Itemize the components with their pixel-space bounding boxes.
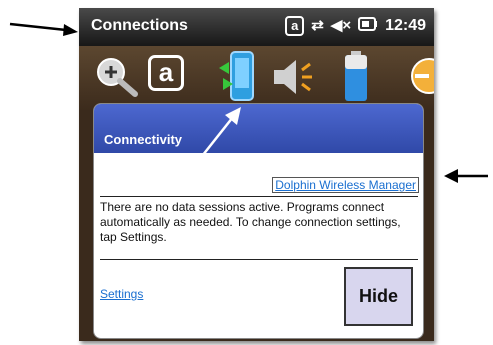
magnifier-icon[interactable] (93, 54, 139, 100)
partial-icon[interactable] (407, 56, 434, 96)
connectivity-popup: Connectivity Dolphin Wireless Manager Th… (93, 103, 424, 339)
volume-icon[interactable] (272, 54, 316, 100)
a-input-icon[interactable]: a (148, 55, 184, 91)
status-icons: a ⇄ ◀× 12:49 (285, 15, 426, 37)
connectivity-phone-icon[interactable] (217, 50, 257, 104)
hide-button[interactable]: Hide (344, 267, 413, 326)
settings-link[interactable]: Settings (100, 287, 143, 301)
popup-header: Connectivity (94, 104, 423, 153)
callout-arrow-connectivity-icon (194, 107, 241, 166)
device-screen: Connections a ⇄ ◀× 12:49 a Connectivity … (79, 8, 434, 341)
status-message: There are no data sessions active. Progr… (100, 200, 401, 244)
title-bar: Connections a ⇄ ◀× 12:49 (79, 8, 434, 46)
popup-title: Connectivity (104, 132, 183, 147)
callout-arrow-wireless-manager (444, 169, 488, 183)
clock[interactable]: 12:49 (385, 17, 426, 35)
divider-top (100, 196, 418, 197)
battery-charging-icon[interactable] (358, 16, 378, 36)
callout-arrow-title (9, 22, 78, 36)
wireless-manager-link[interactable]: Dolphin Wireless Manager (272, 177, 419, 193)
icon-toolbar: a (79, 46, 434, 110)
a-input-icon[interactable]: a (285, 16, 305, 36)
window-title[interactable]: Connections (91, 17, 188, 35)
sync-arrows-icon[interactable]: ⇄ (311, 16, 324, 36)
divider-bottom (100, 259, 418, 260)
speaker-mute-icon[interactable]: ◀× (331, 16, 351, 36)
battery-icon[interactable] (341, 50, 371, 104)
